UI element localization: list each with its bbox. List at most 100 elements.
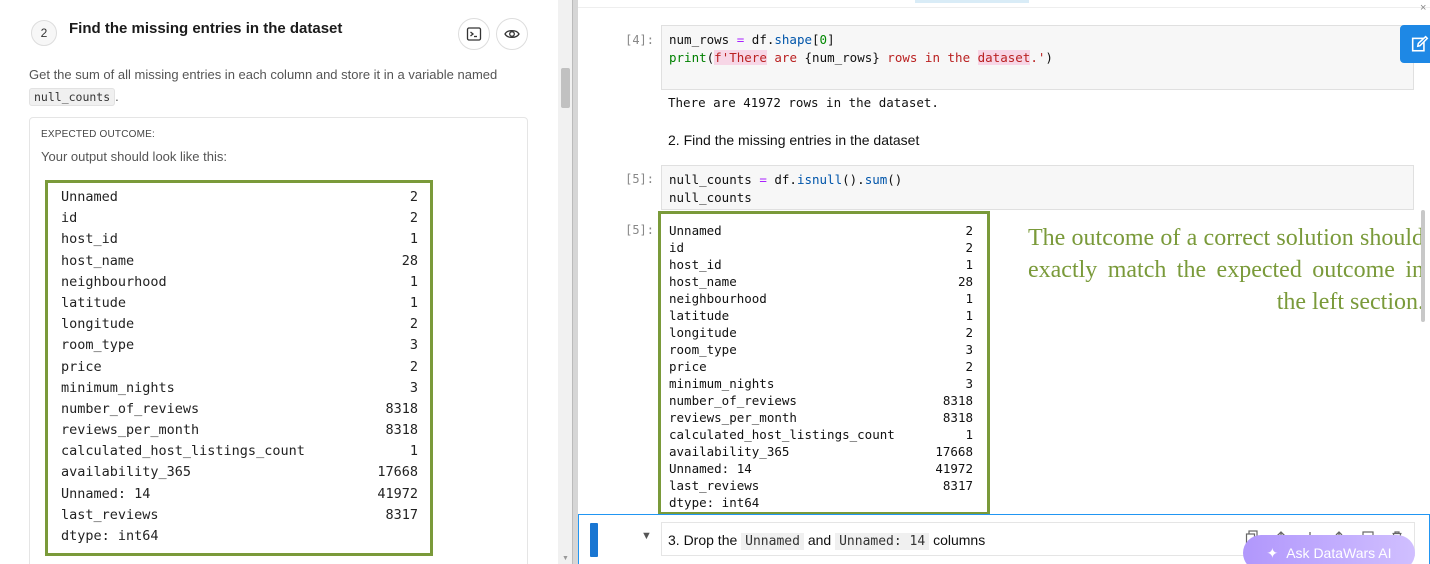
output-row: neighbourhood 1 [61, 272, 418, 293]
null-count: 1 [965, 427, 973, 442]
preview-button[interactable] [496, 18, 528, 50]
output-row: host_name 28 [669, 273, 973, 290]
expected-outcome-box: EXPECTED OUTCOME: Your output should loo… [29, 117, 528, 564]
null-count: 8318 [385, 400, 418, 417]
null-count: 41972 [377, 485, 418, 502]
null-count: 2 [965, 223, 973, 238]
code-line: null_counts = df.isnull().sum() [669, 171, 1406, 189]
terminal-button[interactable] [458, 18, 490, 50]
scrollbar-thumb[interactable] [561, 68, 570, 108]
code-token: = [751, 172, 775, 187]
null-count: 17668 [377, 464, 418, 481]
null-count: 3 [409, 379, 418, 396]
column-name: price [669, 359, 707, 374]
column-name: minimum_nights [669, 376, 775, 391]
code-token: (). [842, 172, 865, 187]
column-name: Unnamed [669, 223, 722, 238]
code-cell-5[interactable]: null_counts = df.isnull().sum() null_cou… [661, 165, 1414, 210]
description-text: Get the sum of all missing entries in ea… [29, 67, 498, 82]
null-count: 1 [409, 231, 418, 248]
description-suffix: . [115, 89, 119, 104]
output-row: Unnamed 2 [669, 222, 973, 239]
null-count: 1 [409, 294, 418, 311]
null-count: 8318 [385, 422, 418, 439]
edit-button[interactable] [1400, 25, 1430, 63]
md-text: 3. Drop the [668, 532, 738, 548]
output-row: minimum_nights 3 [669, 375, 973, 392]
output-row: reviews_per_month 8318 [61, 420, 418, 441]
code-token: There [729, 50, 767, 65]
null-count: 3 [965, 376, 973, 391]
code-token: f' [714, 50, 730, 65]
output-prompt: [5]: [625, 223, 654, 237]
null-count: 2 [409, 316, 418, 333]
column-name: reviews_per_month [669, 410, 797, 425]
code-token: null_counts [669, 172, 752, 187]
column-name: room_type [669, 342, 737, 357]
active-cell-indicator [590, 523, 598, 557]
code-token: ) [1045, 50, 1053, 65]
column-name: minimum_nights [61, 379, 175, 396]
null-count: 2 [965, 359, 973, 374]
md-text: columns [933, 532, 986, 548]
output-row: availability_365 17668 [61, 462, 418, 483]
top-divider [578, 7, 1430, 8]
output-row: Unnamed: 14 41972 [61, 484, 418, 505]
code-token: = [729, 32, 752, 47]
output-row: host_name 28 [61, 251, 418, 272]
cell-prompt: [5]: [625, 172, 654, 186]
null-count: 28 [401, 252, 418, 269]
left-scrollbar[interactable]: ▼ [558, 0, 572, 564]
ask-ai-button[interactable]: ✦ Ask DataWars AI [1243, 535, 1415, 564]
null-count: 2 [409, 358, 418, 375]
null-count: 17668 [935, 444, 973, 459]
null-count: 1 [965, 257, 973, 272]
code-token: {num_rows} [804, 50, 880, 65]
output-row: Unnamed: 14 41972 [669, 460, 973, 477]
code-token: rows in the [879, 50, 978, 65]
close-icon[interactable]: × [1420, 2, 1426, 14]
column-name: reviews_per_month [61, 422, 200, 439]
column-name: dtype: int64 [61, 528, 159, 544]
output-row: reviews_per_month 8318 [669, 409, 973, 426]
column-name: host_id [61, 231, 118, 248]
sparkle-icon: ✦ [1266, 544, 1279, 561]
collapse-caret-icon[interactable]: ▼ [641, 530, 652, 542]
code-cell-4[interactable]: num_rows = df.shape[0] print(f'There are… [661, 25, 1414, 90]
null-count: 8317 [385, 506, 418, 523]
code-token: .' [1030, 50, 1046, 65]
column-name: id [669, 240, 685, 255]
output-row: room_type 3 [61, 335, 418, 356]
column-name: longitude [669, 325, 737, 340]
column-name: latitude [61, 294, 127, 311]
md-code: Unnamed: 14 [835, 533, 930, 550]
output-row: calculated_host_listings_count 1 [669, 426, 973, 443]
code-token: dataset [977, 50, 1031, 65]
md-code: Unnamed [741, 533, 804, 550]
code-token: shape [774, 32, 813, 47]
null-count: 1 [965, 308, 973, 323]
output-row: price 2 [669, 358, 973, 375]
notebook-scrollbar[interactable] [1421, 210, 1425, 322]
column-name: room_type [61, 337, 135, 354]
column-name: host_name [669, 274, 737, 289]
output-row: availability_365 17668 [669, 443, 973, 460]
null-count: 3 [965, 342, 973, 357]
column-name: Unnamed: 14 [61, 485, 151, 502]
output-row: price 2 [61, 357, 418, 378]
column-name: neighbourhood [669, 291, 767, 306]
column-name: Unnamed [61, 189, 118, 205]
cell-4-stdout: There are 41972 rows in the dataset. [668, 95, 939, 110]
column-name: last_reviews [61, 506, 159, 523]
column-name: calculated_host_listings_count [61, 443, 305, 460]
output-row: last_reviews 8317 [61, 505, 418, 526]
output-row: minimum_nights 3 [61, 378, 418, 399]
scroll-down-arrow-icon[interactable]: ▼ [562, 555, 569, 562]
null-count: 8317 [942, 478, 973, 493]
output-row: number_of_reviews 8318 [669, 392, 973, 409]
column-name: Unnamed: 14 [669, 461, 752, 476]
cell-5-output: Unnamed 2 id 2 host_id 1 host_name 28 neighbourh… [658, 211, 990, 515]
code-token: sum [864, 172, 888, 187]
column-name: number_of_reviews [61, 400, 200, 417]
null-count: 28 [957, 274, 973, 289]
